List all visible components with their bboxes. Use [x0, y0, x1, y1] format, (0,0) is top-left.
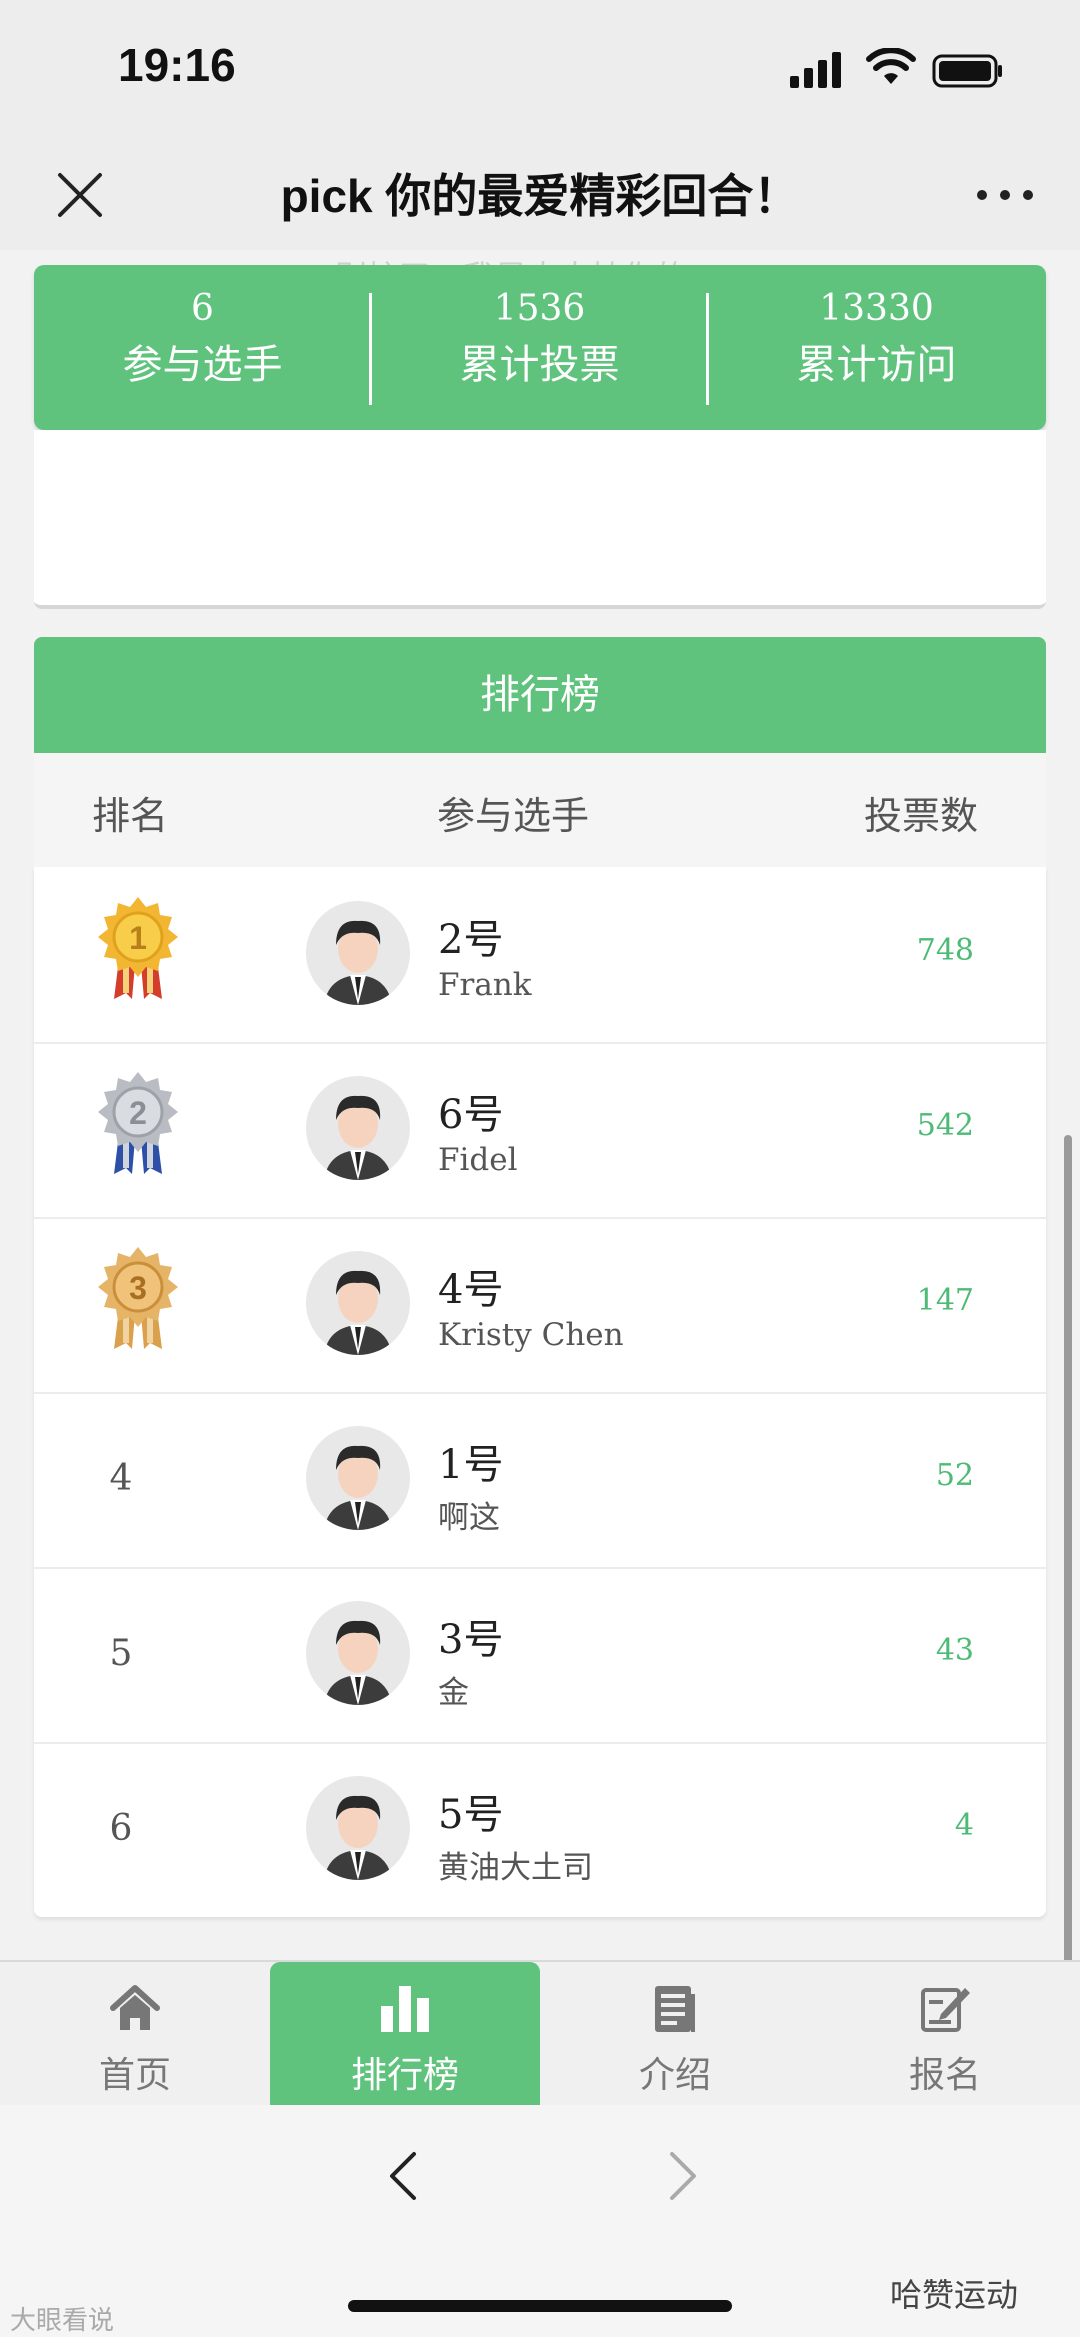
status-time: 19:16	[118, 39, 236, 91]
avatar	[306, 1601, 410, 1705]
avatar	[306, 901, 410, 1005]
forward-arrow-icon[interactable]	[658, 2148, 708, 2204]
player-name: Kristy Chen	[438, 1317, 624, 1353]
stat-value: 1536	[493, 288, 586, 329]
stat-visits: 13330 累计访问	[708, 285, 1045, 397]
rank-number: 4	[109, 1458, 133, 1499]
table-row[interactable]: 3 4号 Kristy Chen 147	[34, 1217, 1046, 1394]
stat-value: 13330	[819, 288, 934, 329]
stat-label: 累计投票	[459, 342, 620, 388]
player-number: 3号	[438, 1617, 504, 1663]
column-player: 参与选手	[437, 794, 590, 838]
vote-count: 542	[916, 1108, 974, 1143]
player-name: Frank	[438, 967, 532, 1003]
bronze-medal-icon: 3	[98, 1247, 178, 1349]
player-number: 2号	[438, 917, 504, 963]
player-number: 6号	[438, 1092, 504, 1138]
svg-text:1: 1	[129, 920, 147, 956]
player-name: Fidel	[438, 1142, 518, 1178]
vote-count: 43	[935, 1633, 974, 1668]
tab-label: 首页	[98, 2055, 171, 2096]
column-votes: 投票数	[864, 794, 979, 838]
stat-label: 累计访问	[796, 342, 957, 388]
gold-medal-icon: 1	[98, 897, 178, 999]
player-name: 黄油大土司	[438, 1850, 593, 1886]
back-arrow-icon[interactable]	[378, 2148, 428, 2204]
vote-count: 748	[916, 933, 974, 968]
close-icon[interactable]	[50, 165, 110, 225]
player-name: 金	[438, 1675, 469, 1711]
tab-intro[interactable]: 介绍	[540, 1962, 810, 2107]
vote-count: 4	[954, 1808, 974, 1843]
leaderboard-title: 排行榜	[34, 637, 1046, 753]
table-row[interactable]: 4 1号 啊这 52	[34, 1392, 1046, 1569]
svg-text:3: 3	[129, 1270, 147, 1306]
watermark-right: 哈赞运动	[890, 2276, 1019, 2314]
info-card	[34, 430, 1046, 609]
wifi-icon	[866, 48, 916, 84]
table-row[interactable]: 6 5号 黄油大土司 4	[34, 1742, 1046, 1917]
tab-label: 报名	[908, 2055, 981, 2096]
leaderboard-column-header: 排名 参与选手 投票数	[34, 753, 1046, 867]
player-number: 4号	[438, 1267, 504, 1313]
table-row[interactable]: 5 3号 金 43	[34, 1567, 1046, 1744]
vote-count: 147	[916, 1283, 974, 1318]
tab-home[interactable]: 首页	[0, 1962, 270, 2107]
avatar	[306, 1776, 410, 1880]
avatar	[306, 1076, 410, 1180]
watermark-left: 大眼看说	[10, 2306, 115, 2336]
bottom-tab-bar: 首页 排行榜 介绍 报名	[0, 1960, 1080, 2107]
avatar	[306, 1251, 410, 1355]
document-icon	[655, 1986, 695, 2032]
scrollbar[interactable]	[1064, 1135, 1072, 2035]
tab-label: 介绍	[638, 2055, 711, 2096]
player-name: 啊这	[438, 1500, 500, 1536]
stat-label: 参与选手	[122, 342, 283, 388]
avatar	[306, 1426, 410, 1530]
vote-count: 52	[935, 1458, 974, 1493]
rank-number: 6	[109, 1808, 133, 1849]
rank-number: 5	[109, 1633, 133, 1674]
stat-votes: 1536 累计投票	[371, 285, 708, 397]
player-number: 1号	[438, 1442, 504, 1488]
column-rank: 排名	[92, 794, 169, 838]
stats-card: 6 参与选手 1536 累计投票 13330 累计访问	[34, 265, 1046, 430]
svg-text:2: 2	[129, 1095, 147, 1131]
player-number: 5号	[438, 1792, 504, 1838]
table-row[interactable]: 2 6号 Fidel 542	[34, 1042, 1046, 1219]
home-indicator	[348, 2300, 732, 2312]
cellular-signal-icon	[790, 52, 841, 88]
table-row[interactable]: 1 2号 Frank 748	[34, 867, 1046, 1044]
page-title: pick 你的最爱精彩回合！	[280, 170, 800, 222]
battery-icon	[932, 54, 1002, 88]
more-options-icon[interactable]	[970, 165, 1040, 225]
tab-signup[interactable]: 报名	[810, 1962, 1080, 2107]
leaderboard-list: 1 2号 Frank 748 2 6号 Fidel 542 3 4号 Krist…	[34, 867, 1046, 1917]
bar-chart-icon	[381, 1986, 429, 2032]
home-icon	[110, 1985, 160, 2030]
stat-value: 6	[191, 288, 214, 329]
edit-icon	[921, 1988, 970, 2032]
silver-medal-icon: 2	[98, 1072, 178, 1174]
tab-leaderboard[interactable]: 排行榜	[270, 1962, 540, 2107]
tab-label: 排行榜	[350, 2055, 459, 2096]
stat-players: 6 参与选手	[34, 285, 371, 397]
